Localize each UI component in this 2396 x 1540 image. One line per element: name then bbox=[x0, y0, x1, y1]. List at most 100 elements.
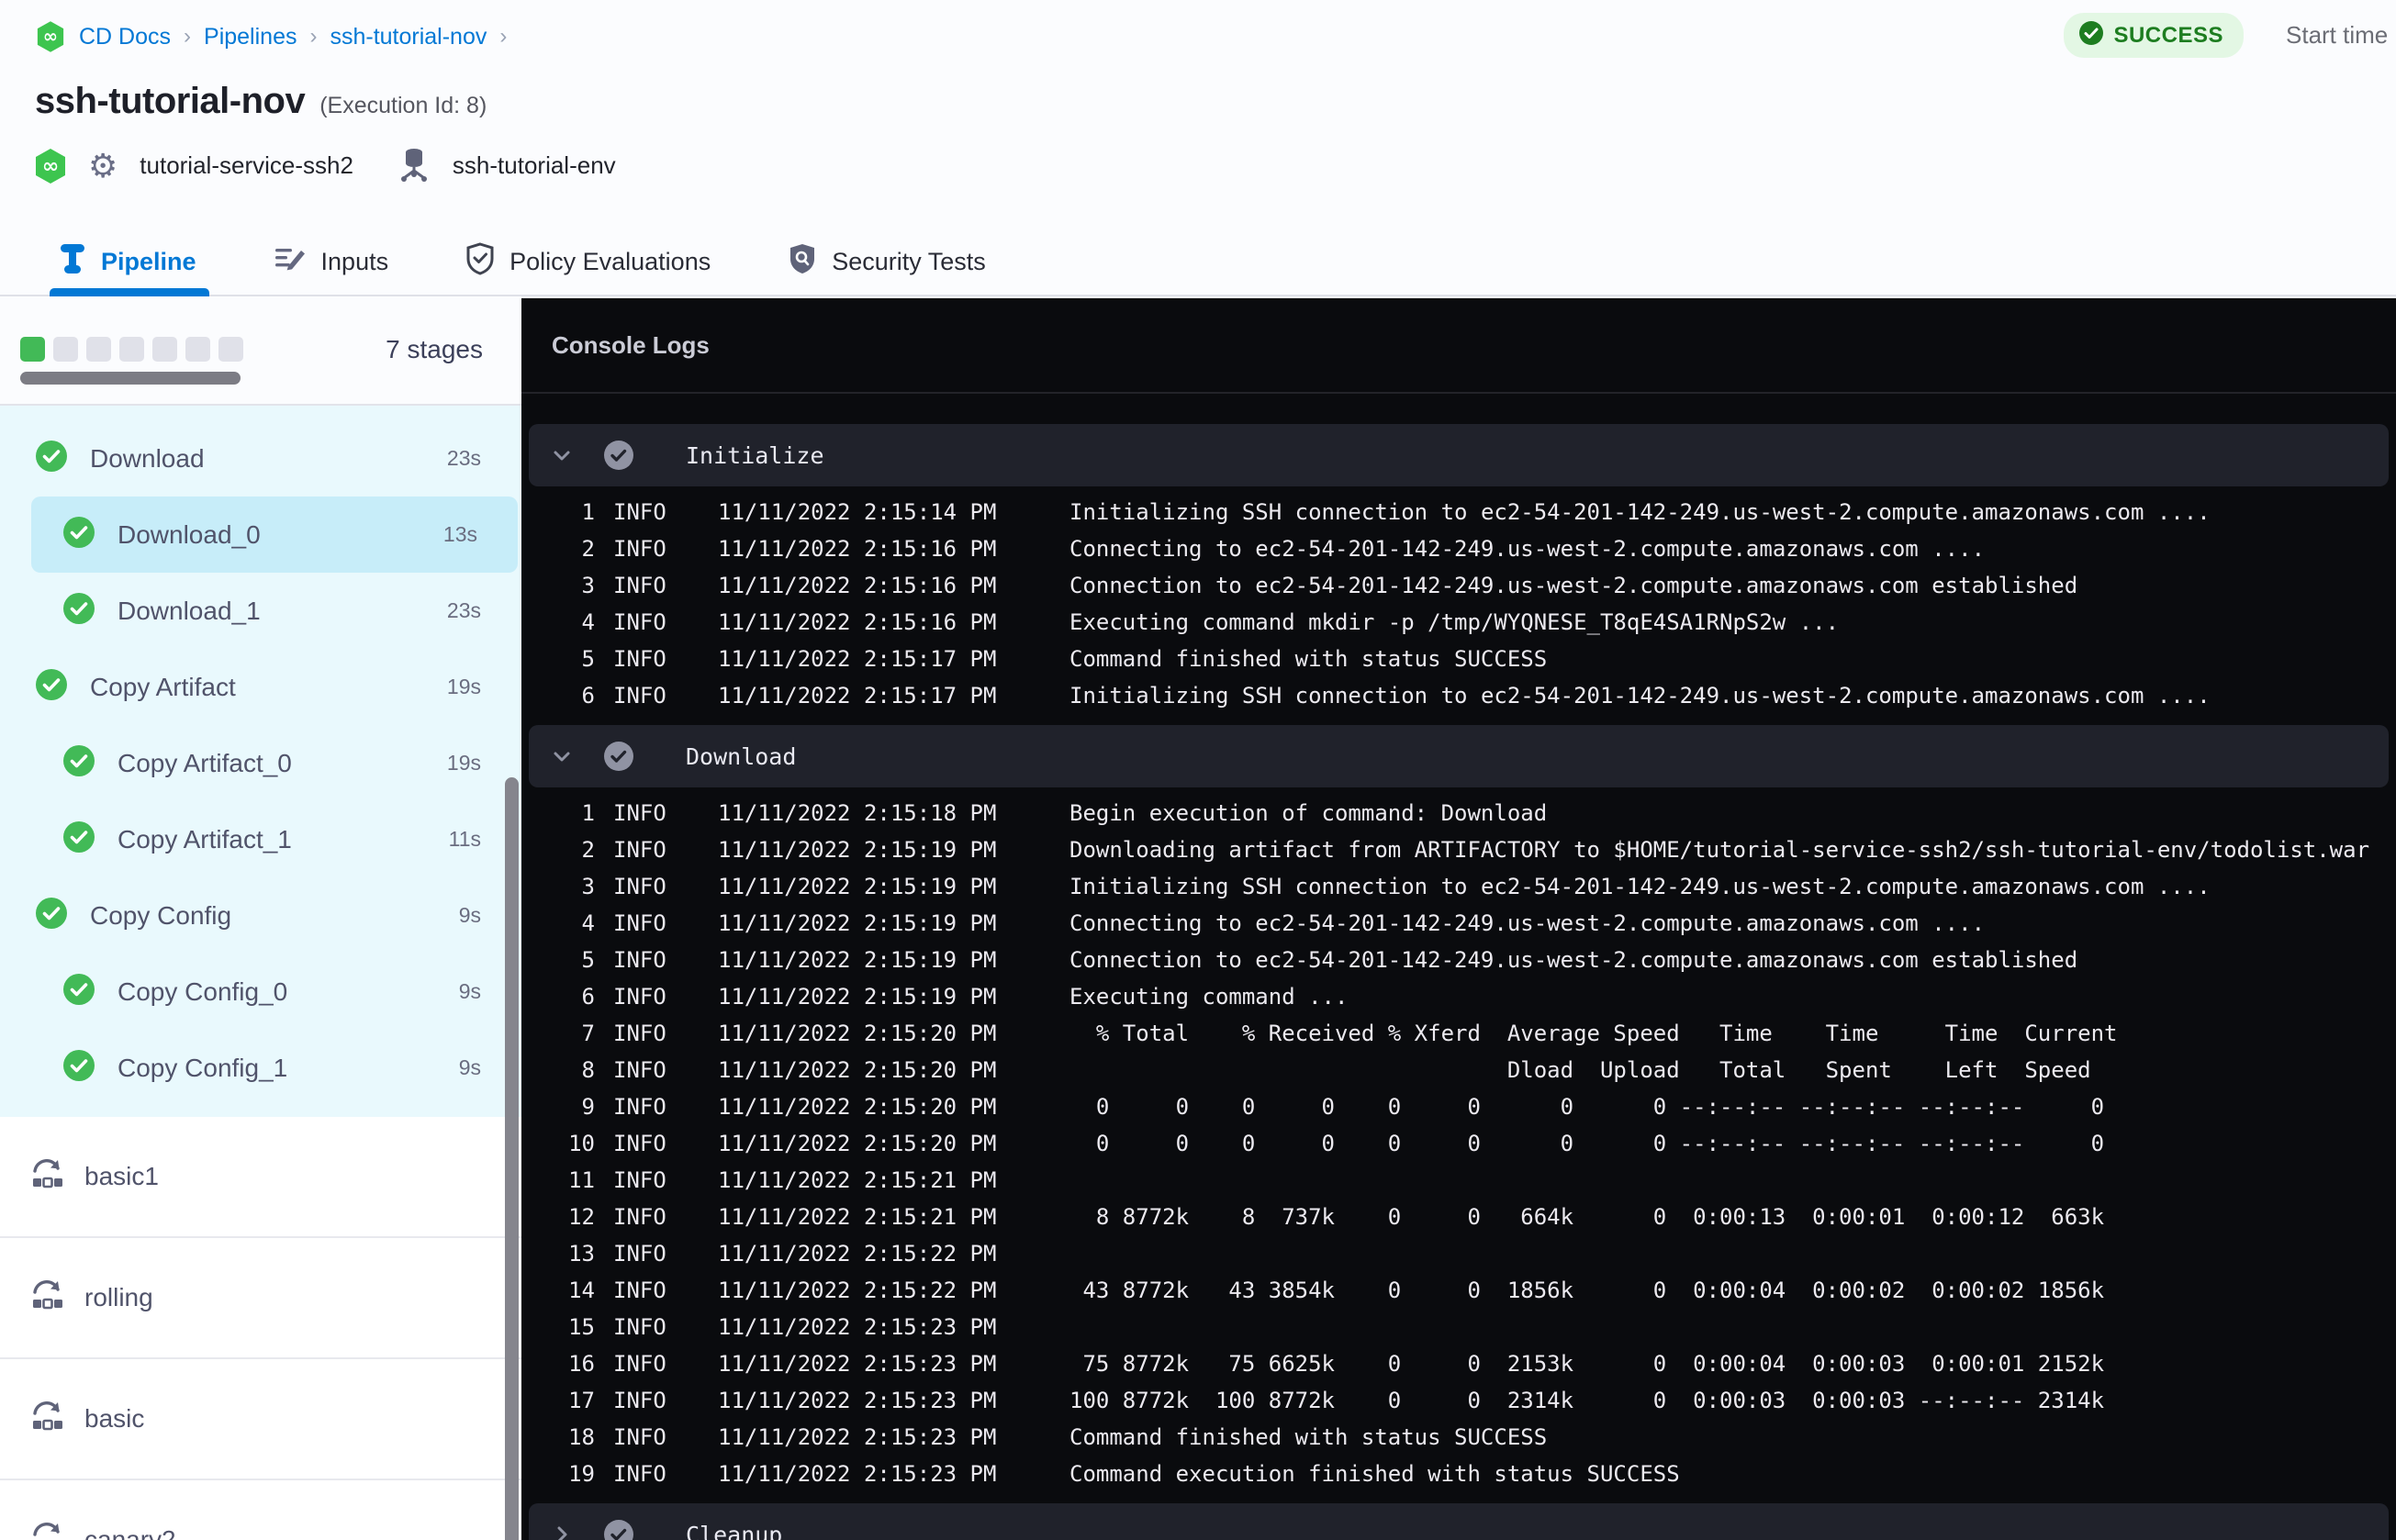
pipeline-icon bbox=[59, 242, 86, 282]
tab-security-tests[interactable]: Security Tests bbox=[784, 229, 990, 295]
stage-row-download_0[interactable]: Download_0 13s bbox=[31, 497, 518, 573]
log-line: 18 INFO 11/11/2022 2:15:23 PM Command finis… bbox=[521, 1419, 2396, 1456]
stage-summary: 7 stages bbox=[0, 298, 521, 406]
host-link[interactable]: ec2-54-201-142-249.us-west-2.compute.ama… bbox=[1255, 573, 1918, 598]
log-section-initialize: Initialize 1 INFO 11/11/2022 2:15:14 PM Init… bbox=[521, 424, 2396, 725]
log-section-header-cleanup[interactable]: Cleanup bbox=[529, 1503, 2389, 1540]
host-link[interactable]: ec2-54-201-142-249.us-west-2.compute.ama… bbox=[1255, 947, 1918, 973]
log-line: 11 INFO 11/11/2022 2:15:21 PM bbox=[521, 1162, 2396, 1199]
stage-row-copy artifact_1[interactable]: Copy Artifact_1 11s bbox=[0, 801, 521, 877]
log-line: 12 INFO 11/11/2022 2:15:21 PM 8 8772k 8 73… bbox=[521, 1199, 2396, 1235]
log-level: INFO bbox=[613, 609, 666, 635]
service-name[interactable]: tutorial-service-ssh2 bbox=[140, 151, 353, 180]
log-line: 8 INFO 11/11/2022 2:15:20 PM Dload Upload … bbox=[521, 1052, 2396, 1088]
log-timestamp: 11/11/2022 2:15:23 PM bbox=[718, 1351, 997, 1377]
log-text: 0 0 0 0 0 0 0 0 --:--:-- --:--:-- --:--:… bbox=[1069, 1094, 2105, 1120]
stage-row-download_1[interactable]: Download_1 23s bbox=[0, 573, 521, 649]
horizontal-scrollbar-thumb[interactable] bbox=[20, 372, 241, 385]
service-environment-row: ∞ ⚙ tutorial-service-ssh2 ssh-tutorial-e… bbox=[35, 145, 616, 186]
log-text: 43 8772k 43 3854k 0 0 1856k 0 0:00:04 0:… bbox=[1069, 1278, 2105, 1303]
log-text: 100 8772k 100 8772k 0 0 2314k 0 0:00:03 … bbox=[1069, 1388, 2105, 1413]
chevron-down-icon[interactable] bbox=[550, 744, 577, 768]
host-link[interactable]: ec2-54-201-142-249.us-west-2.compute.ama… bbox=[1255, 910, 1918, 936]
log-level: INFO bbox=[613, 683, 666, 709]
log-timestamp: 11/11/2022 2:15:23 PM bbox=[718, 1424, 997, 1450]
vertical-scrollbar-thumb[interactable] bbox=[505, 777, 519, 1540]
line-number: 4 bbox=[581, 910, 595, 936]
success-check-icon bbox=[35, 440, 68, 477]
stage-row-download[interactable]: Download 23s bbox=[0, 420, 521, 497]
host-link[interactable]: ec2-54-201-142-249.us-west-2.compute.ama… bbox=[1481, 499, 2144, 525]
stage-label: Copy Artifact_1 bbox=[118, 824, 292, 854]
tab-inputs[interactable]: Inputs bbox=[270, 229, 393, 295]
host-link[interactable]: ec2-54-201-142-249.us-west-2.compute.ama… bbox=[1255, 536, 1918, 562]
breadcrumb-separator-icon: › bbox=[499, 24, 508, 49]
log-line: 6 INFO 11/11/2022 2:15:17 PM Initializing S… bbox=[521, 677, 2396, 714]
stage-duration: 9s bbox=[458, 903, 481, 927]
log-level: INFO bbox=[613, 800, 666, 826]
stage-count-label: 7 stages bbox=[386, 335, 483, 363]
stage-row-copy artifact[interactable]: Copy Artifact 19s bbox=[0, 649, 521, 725]
stage-row-copy config_0[interactable]: Copy Config_0 9s bbox=[0, 954, 521, 1030]
log-line: 3 INFO 11/11/2022 2:15:16 PM Connection to … bbox=[521, 567, 2396, 604]
chevron-right-icon[interactable] bbox=[550, 1523, 577, 1540]
log-message: Begin execution of command: Download bbox=[1069, 800, 2396, 826]
stage-row-copy artifact_0[interactable]: Copy Artifact_0 19s bbox=[0, 725, 521, 801]
log-text: Command finished with status SUCCESS bbox=[1069, 646, 1548, 672]
log-timestamp: 11/11/2022 2:15:21 PM bbox=[718, 1167, 997, 1193]
log-line: 6 INFO 11/11/2022 2:15:19 PM Executing comm… bbox=[521, 978, 2396, 1015]
log-section-header-download[interactable]: Download bbox=[529, 725, 2389, 787]
execution-label: canary2 bbox=[84, 1525, 176, 1540]
rolling-deploy-icon bbox=[28, 1276, 66, 1321]
tab-pipeline[interactable]: Pipeline bbox=[50, 229, 209, 296]
stage-sidebar: 7 stages Download 23s Download_0 13s Downloa… bbox=[0, 298, 521, 1540]
log-timestamp: 11/11/2022 2:15:23 PM bbox=[718, 1314, 997, 1340]
execution-id: (Execution Id: 8) bbox=[319, 93, 487, 118]
stage-label: Download bbox=[90, 443, 205, 473]
log-text: Command execution finished with status S… bbox=[1069, 1461, 1680, 1487]
stage-duration: 11s bbox=[448, 827, 481, 851]
log-section-name: Download bbox=[686, 742, 797, 770]
execution-row-basic1[interactable]: basic1 bbox=[0, 1117, 521, 1238]
stage-row-copy config[interactable]: Copy Config 9s bbox=[0, 877, 521, 954]
stage-duration: 9s bbox=[458, 979, 481, 1003]
chevron-down-icon[interactable] bbox=[550, 443, 577, 467]
line-number: 6 bbox=[581, 984, 595, 1010]
step-check-icon bbox=[603, 440, 634, 471]
stage-label: Copy Config_0 bbox=[118, 976, 288, 1006]
execution-row-basic[interactable]: basic bbox=[0, 1359, 521, 1480]
log-line: 13 INFO 11/11/2022 2:15:22 PM bbox=[521, 1235, 2396, 1272]
log-message: Dload Upload Total Spent Left Speed bbox=[1069, 1057, 2396, 1083]
log-level: INFO bbox=[613, 1461, 666, 1487]
breadcrumb-link[interactable]: CD Docs bbox=[79, 24, 171, 50]
log-section-header-initialize[interactable]: Initialize bbox=[529, 424, 2389, 486]
log-message: Connecting to ec2-54-201-142-249.us-west… bbox=[1069, 536, 2396, 562]
rolling-deploy-icon bbox=[28, 1155, 66, 1200]
breadcrumb-link[interactable]: ssh-tutorial-nov bbox=[330, 24, 487, 50]
log-text: .... bbox=[1918, 536, 1986, 562]
line-number: 12 bbox=[568, 1204, 595, 1230]
line-number: 13 bbox=[568, 1241, 595, 1267]
log-message: Command finished with status SUCCESS bbox=[1069, 1424, 2396, 1450]
status-area: SUCCESS Start time bbox=[2064, 13, 2396, 58]
stage-row-copy config_1[interactable]: Copy Config_1 9s bbox=[0, 1030, 521, 1106]
log-timestamp: 11/11/2022 2:15:19 PM bbox=[718, 947, 997, 973]
execution-row-canary2[interactable]: canary2 bbox=[0, 1480, 521, 1540]
log-timestamp: 11/11/2022 2:15:17 PM bbox=[718, 683, 997, 709]
log-message: Executing command mkdir -p /tmp/WYQNESE_… bbox=[1069, 609, 2396, 635]
execution-label: rolling bbox=[84, 1283, 153, 1311]
log-text: Connecting to bbox=[1069, 910, 1256, 936]
execution-row-rolling[interactable]: rolling bbox=[0, 1238, 521, 1359]
log-text: .... bbox=[2144, 683, 2211, 709]
line-number: 8 bbox=[581, 1057, 595, 1083]
log-lines: 1 INFO 11/11/2022 2:15:18 PM Begin executio… bbox=[521, 787, 2396, 1503]
log-line: 2 INFO 11/11/2022 2:15:19 PM Downloading ar… bbox=[521, 831, 2396, 868]
host-link[interactable]: ec2-54-201-142-249.us-west-2.compute.ama… bbox=[1481, 874, 2144, 899]
tab-policy-evaluations[interactable]: Policy Evaluations bbox=[462, 229, 714, 295]
shield-check-icon bbox=[465, 241, 495, 282]
host-link[interactable]: ec2-54-201-142-249.us-west-2.compute.ama… bbox=[1481, 683, 2144, 709]
line-number: 17 bbox=[568, 1388, 595, 1413]
status-label: SUCCESS bbox=[2113, 22, 2223, 48]
environment-name[interactable]: ssh-tutorial-env bbox=[453, 151, 616, 180]
breadcrumb-link[interactable]: Pipelines bbox=[204, 24, 297, 50]
